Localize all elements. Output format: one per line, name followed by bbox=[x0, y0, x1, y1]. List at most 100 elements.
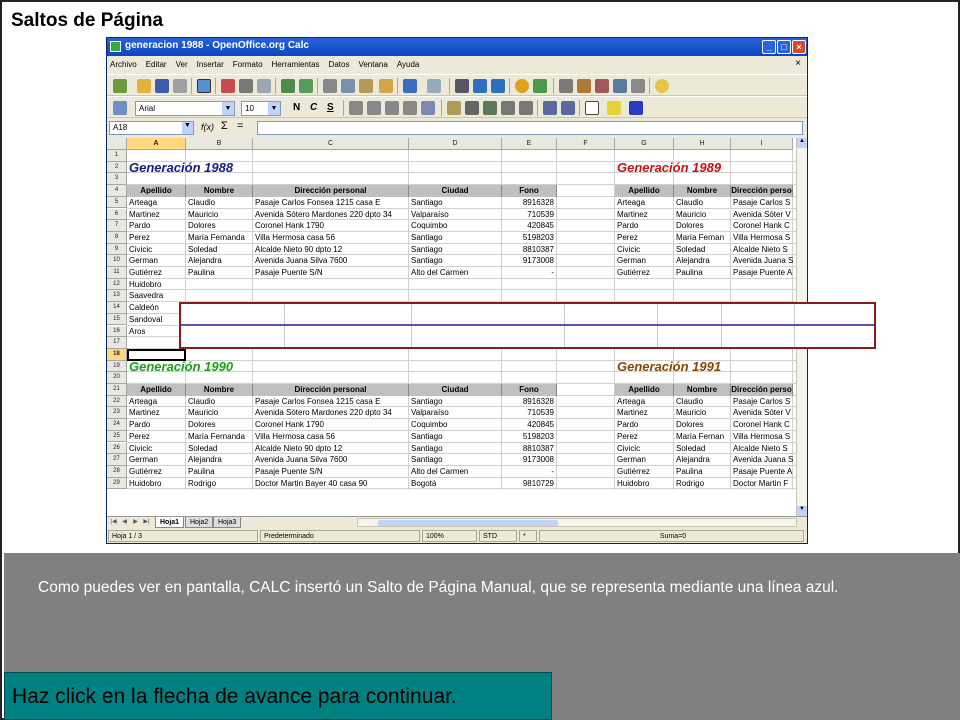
menu-item-archivo[interactable]: Archivo bbox=[110, 60, 137, 69]
find-replace-icon[interactable] bbox=[559, 79, 573, 93]
table-cell[interactable]: 9173008 bbox=[502, 255, 557, 267]
table-cell[interactable]: Coronel Hank C bbox=[731, 419, 793, 431]
scroll-thumb[interactable] bbox=[378, 520, 558, 526]
table-cell[interactable]: Soledad bbox=[186, 244, 253, 256]
close-button[interactable]: × bbox=[792, 40, 806, 54]
background-color-icon[interactable] bbox=[607, 101, 621, 115]
table-cell[interactable]: Santiago bbox=[409, 396, 502, 408]
navigator-icon[interactable] bbox=[577, 79, 591, 93]
table-cell[interactable]: Saavedra bbox=[127, 290, 186, 302]
table-cell[interactable]: Coquimbo bbox=[409, 419, 502, 431]
table-header[interactable]: Dirección personal bbox=[253, 384, 409, 396]
table-header[interactable]: Apellido bbox=[127, 185, 186, 197]
table-cell[interactable]: Pardo bbox=[615, 419, 674, 431]
percent-format-icon[interactable] bbox=[465, 101, 479, 115]
menu-item-formato[interactable]: Formato bbox=[233, 60, 263, 69]
hyperlink-icon[interactable] bbox=[455, 79, 469, 93]
menu-item-editar[interactable]: Editar bbox=[146, 60, 167, 69]
table-cell[interactable]: Dolores bbox=[674, 220, 731, 232]
table-cell[interactable]: Doctor Martin F bbox=[731, 478, 793, 490]
table-cell[interactable]: Sandoval bbox=[127, 314, 186, 326]
table-cell[interactable]: Santiago bbox=[409, 431, 502, 443]
table-cell[interactable]: Alcalde Nieto 90 dpto 12 bbox=[253, 244, 409, 256]
row-header-27[interactable]: 27 bbox=[107, 454, 127, 466]
table-cell[interactable]: Villa Hermosa S bbox=[731, 431, 793, 443]
table-cell[interactable]: 8810387 bbox=[502, 244, 557, 256]
chart-icon[interactable] bbox=[515, 79, 529, 93]
column-header-c[interactable]: C bbox=[253, 138, 409, 150]
minimize-button[interactable]: _ bbox=[762, 40, 776, 54]
table-cell[interactable]: Avenida Sóter V bbox=[731, 407, 793, 419]
table-cell[interactable]: Santiago bbox=[409, 232, 502, 244]
table-header[interactable]: Ciudad bbox=[409, 384, 502, 396]
font-size-select[interactable]: 10 ▼ bbox=[241, 101, 281, 116]
table-cell[interactable]: Avenida Juana Silva 7600 bbox=[253, 255, 409, 267]
table-cell[interactable]: Santiago bbox=[409, 443, 502, 455]
function-button[interactable]: = bbox=[237, 120, 243, 132]
row-header-12[interactable]: 12 bbox=[107, 278, 127, 291]
table-cell[interactable]: María Fernanda bbox=[186, 431, 253, 443]
row-header-16[interactable]: 16 bbox=[107, 325, 127, 338]
table-cell[interactable]: 5198203 bbox=[502, 232, 557, 244]
table-cell[interactable]: Santiago bbox=[409, 255, 502, 267]
standard-format-icon[interactable] bbox=[483, 101, 497, 115]
column-header-b[interactable]: B bbox=[186, 138, 253, 150]
zoom-icon[interactable] bbox=[631, 79, 645, 93]
prev-sheet-icon[interactable]: ◀ bbox=[120, 518, 129, 527]
open-folder-icon[interactable] bbox=[137, 79, 151, 93]
row-header-11[interactable]: 11 bbox=[107, 267, 127, 279]
table-cell[interactable]: Martinez bbox=[127, 407, 186, 419]
borders-icon[interactable] bbox=[585, 101, 599, 115]
row-header-9[interactable]: 9 bbox=[107, 243, 127, 256]
table-cell[interactable]: Paulina bbox=[674, 267, 731, 279]
undo-icon[interactable] bbox=[403, 79, 417, 93]
menu-item-datos[interactable]: Datos bbox=[329, 60, 350, 69]
table-cell[interactable]: Caldeón bbox=[127, 302, 186, 314]
table-cell[interactable]: - bbox=[502, 267, 557, 279]
table-cell[interactable]: Dolores bbox=[186, 419, 253, 431]
table-cell[interactable]: Perez bbox=[615, 431, 674, 443]
add-decimal-icon[interactable] bbox=[501, 101, 515, 115]
table-cell[interactable]: Mauricio bbox=[186, 407, 253, 419]
row-header-22[interactable]: 22 bbox=[107, 395, 127, 408]
table-cell[interactable]: Coronel Hank C bbox=[731, 220, 793, 232]
column-header-g[interactable]: G bbox=[615, 138, 674, 150]
table-cell[interactable]: Villa Hermosa casa 56 bbox=[253, 431, 409, 443]
menu-item-ayuda[interactable]: Ayuda bbox=[397, 60, 420, 69]
table-cell[interactable]: Mauricio bbox=[186, 209, 253, 221]
table-cell[interactable]: Avenida Sótero Mardones 220 dpto 34 bbox=[253, 209, 409, 221]
row-header-10[interactable]: 10 bbox=[107, 255, 127, 267]
row-header-1[interactable]: 1 bbox=[107, 150, 127, 162]
table-cell[interactable]: Civicic bbox=[127, 244, 186, 256]
table-cell[interactable]: Paulina bbox=[674, 466, 731, 478]
table-cell[interactable]: 9810729 bbox=[502, 478, 557, 490]
print-icon[interactable] bbox=[239, 79, 253, 93]
table-cell[interactable]: Huidobro bbox=[615, 478, 674, 490]
row-header-2[interactable]: 2 bbox=[107, 161, 127, 174]
cut-icon[interactable] bbox=[323, 79, 337, 93]
table-cell[interactable]: Avenida Juana S bbox=[731, 454, 793, 466]
show-draw-functions-icon[interactable] bbox=[533, 79, 547, 93]
currency-format-icon[interactable] bbox=[447, 101, 461, 115]
font-name-select[interactable]: Arial ▼ bbox=[135, 101, 235, 116]
row-header-3[interactable]: 3 bbox=[107, 173, 127, 186]
table-cell[interactable]: Soledad bbox=[674, 244, 731, 256]
table-cell[interactable]: Civicic bbox=[127, 443, 186, 455]
table-cell[interactable]: Aros bbox=[127, 326, 186, 338]
table-cell[interactable]: German bbox=[127, 454, 186, 466]
table-cell[interactable]: Arteaga bbox=[615, 197, 674, 209]
table-cell[interactable]: Soledad bbox=[186, 443, 253, 455]
row-header-15[interactable]: 15 bbox=[107, 313, 127, 326]
table-cell[interactable]: Gutiérrez bbox=[127, 267, 186, 279]
table-cell[interactable]: Avenida Sóter V bbox=[731, 209, 793, 221]
scroll-up-icon[interactable]: ▲ bbox=[797, 138, 807, 148]
table-cell[interactable]: Santiago bbox=[409, 454, 502, 466]
table-cell[interactable]: Huidobro bbox=[127, 279, 186, 291]
row-header-17[interactable]: 17 bbox=[107, 337, 127, 349]
table-cell[interactable]: Huidobro bbox=[127, 478, 186, 490]
spellcheck-icon[interactable] bbox=[281, 79, 295, 93]
table-cell[interactable]: María Fernan bbox=[674, 431, 731, 443]
table-cell[interactable]: Rodrigo bbox=[674, 478, 731, 490]
status-mode[interactable]: STD bbox=[479, 530, 517, 542]
table-cell[interactable]: Mauricio bbox=[674, 209, 731, 221]
